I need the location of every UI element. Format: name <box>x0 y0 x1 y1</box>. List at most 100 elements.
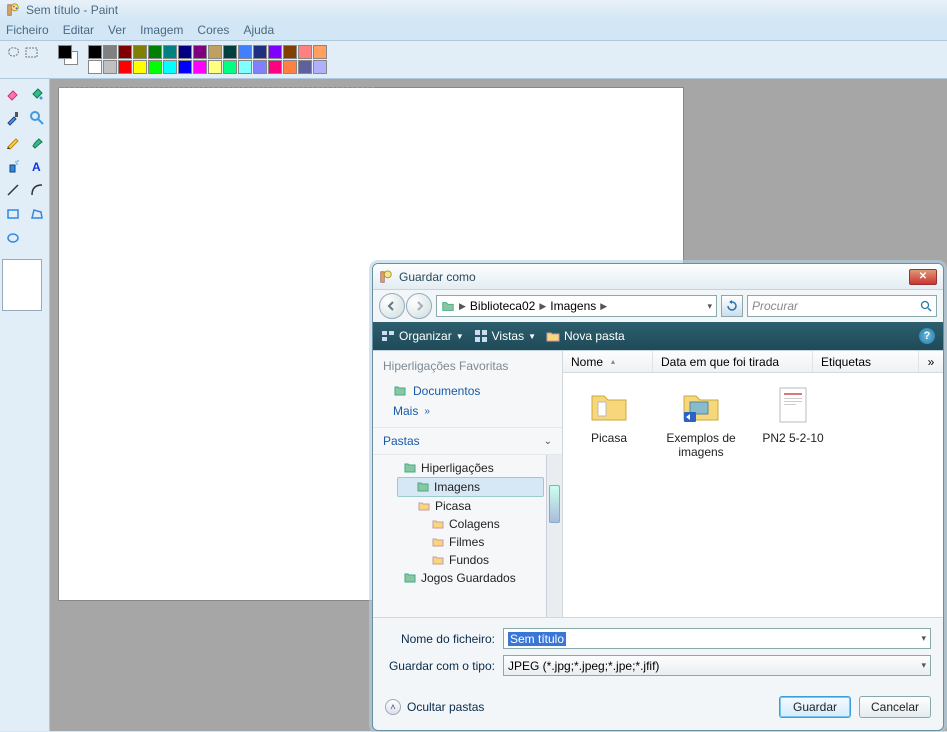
menu-colors[interactable]: Cores <box>197 23 229 37</box>
palette-swatch[interactable] <box>208 45 222 59</box>
tool-ellipse[interactable] <box>2 227 24 249</box>
tree-colagens[interactable]: Colagens <box>373 515 562 533</box>
column-more[interactable]: » <box>919 351 943 372</box>
refresh-button[interactable] <box>721 295 743 317</box>
menu-file[interactable]: Ficheiro <box>6 23 49 37</box>
palette-swatch[interactable] <box>238 45 252 59</box>
file-picasa[interactable]: Picasa <box>573 383 645 445</box>
tool-text[interactable]: A <box>26 155 48 177</box>
palette-swatch[interactable] <box>148 60 162 74</box>
chevron-down-icon[interactable]: ▾ <box>921 660 926 671</box>
file-pn2[interactable]: PN2 5-2-10 <box>757 383 829 445</box>
palette-swatch[interactable] <box>88 45 102 59</box>
palette-swatch[interactable] <box>313 60 327 74</box>
palette-swatch[interactable] <box>178 45 192 59</box>
palette-swatch[interactable] <box>223 45 237 59</box>
close-button[interactable]: ✕ <box>909 269 937 285</box>
palette-swatch[interactable] <box>163 60 177 74</box>
palette-swatch[interactable] <box>283 45 297 59</box>
filename-input[interactable]: Sem título ▾ <box>503 628 931 649</box>
current-colors[interactable] <box>58 45 78 67</box>
nav-forward-button[interactable] <box>406 293 432 319</box>
tree-fundos[interactable]: Fundos <box>373 551 562 569</box>
palette-swatch[interactable] <box>253 60 267 74</box>
palette-swatch[interactable] <box>298 45 312 59</box>
palette-swatch[interactable] <box>223 60 237 74</box>
palette-swatch[interactable] <box>133 60 147 74</box>
dialog-titlebar[interactable]: Guardar como ✕ <box>373 264 943 290</box>
tree-imagens[interactable]: Imagens <box>397 477 544 497</box>
tree-hiperligacoes[interactable]: Hiperligações <box>373 459 562 477</box>
tree-filmes[interactable]: Filmes <box>373 533 562 551</box>
column-tags[interactable]: Etiquetas <box>813 351 919 372</box>
breadcrumb-sub[interactable]: Imagens <box>550 299 596 313</box>
tool-zoom[interactable] <box>26 107 48 129</box>
cancel-button[interactable]: Cancelar <box>859 696 931 718</box>
color-palette[interactable] <box>88 45 327 74</box>
palette-swatch[interactable] <box>313 45 327 59</box>
folders-header[interactable]: Pastas ⌄ <box>373 427 562 455</box>
palette-swatch[interactable] <box>268 45 282 59</box>
palette-swatch[interactable] <box>178 60 192 74</box>
views-button[interactable]: Vistas ▼ <box>474 329 536 343</box>
tool-spray[interactable] <box>2 155 24 177</box>
search-input[interactable]: Procurar <box>747 295 937 317</box>
chevron-down-icon[interactable]: ▾ <box>921 633 926 644</box>
search-placeholder: Procurar <box>752 299 798 313</box>
palette-swatch[interactable] <box>253 45 267 59</box>
column-date[interactable]: Data em que foi tirada <box>653 351 813 372</box>
palette-swatch[interactable] <box>163 45 177 59</box>
foreground-color[interactable] <box>58 45 72 59</box>
chevron-down-icon[interactable]: ▾ <box>707 301 712 312</box>
palette-swatch[interactable] <box>193 45 207 59</box>
tool-eraser[interactable] <box>2 83 24 105</box>
file-area[interactable]: Picasa Exemplos de imagens PN2 5-2-10 <box>563 373 943 617</box>
tool-rect[interactable] <box>2 203 24 225</box>
save-button[interactable]: Guardar <box>779 696 851 718</box>
tool-polygon[interactable] <box>26 203 48 225</box>
filetype-select[interactable]: JPEG (*.jpg;*.jpeg;*.jpe;*.jfif) ▾ <box>503 655 931 676</box>
chevron-right-icon[interactable]: ▶ <box>600 301 607 312</box>
palette-swatch[interactable] <box>208 60 222 74</box>
palette-swatch[interactable] <box>103 60 117 74</box>
tool-curve[interactable] <box>26 179 48 201</box>
menu-help[interactable]: Ajuda <box>243 23 274 37</box>
chevron-right-icon[interactable]: ▶ <box>539 301 546 312</box>
palette-swatch[interactable] <box>118 60 132 74</box>
help-button[interactable]: ? <box>919 328 935 344</box>
nav-back-button[interactable] <box>379 293 405 319</box>
new-folder-button[interactable]: Nova pasta <box>546 329 625 343</box>
column-name[interactable]: Nome▴ <box>563 351 653 372</box>
hide-folders-button[interactable]: ˄ Ocultar pastas <box>385 699 484 715</box>
menu-view[interactable]: Ver <box>108 23 126 37</box>
tool-brush[interactable] <box>26 131 48 153</box>
palette-swatch[interactable] <box>88 60 102 74</box>
address-bar[interactable]: ▶ Biblioteca02 ▶ Imagens ▶ ▾ <box>436 295 717 317</box>
palette-swatch[interactable] <box>193 60 207 74</box>
palette-swatch[interactable] <box>283 60 297 74</box>
tool-pencil[interactable] <box>2 131 24 153</box>
palette-swatch[interactable] <box>103 45 117 59</box>
menu-edit[interactable]: Editar <box>63 23 94 37</box>
folder-tree[interactable]: Hiperligações Imagens Picasa Colagens Fi… <box>373 455 562 617</box>
file-exemplos[interactable]: Exemplos de imagens <box>665 383 737 459</box>
tree-jogos[interactable]: Jogos Guardados <box>373 569 562 587</box>
palette-swatch[interactable] <box>118 45 132 59</box>
chevron-right-icon[interactable]: ▶ <box>459 301 466 312</box>
tool-picker[interactable] <box>2 107 24 129</box>
breadcrumb-root[interactable]: Biblioteca02 <box>470 299 535 313</box>
organize-button[interactable]: Organizar ▼ <box>381 329 464 343</box>
palette-swatch[interactable] <box>133 45 147 59</box>
favorite-documents[interactable]: Documentos <box>373 381 562 401</box>
tool-line[interactable] <box>2 179 24 201</box>
tree-picasa[interactable]: Picasa <box>373 497 562 515</box>
tree-scrollbar[interactable] <box>546 455 562 617</box>
favorite-more[interactable]: Mais » <box>373 401 562 421</box>
palette-swatch[interactable] <box>298 60 312 74</box>
palette-swatch[interactable] <box>268 60 282 74</box>
palette-swatch[interactable] <box>238 60 252 74</box>
menu-image[interactable]: Imagem <box>140 23 183 37</box>
tool-fill[interactable] <box>26 83 48 105</box>
tool-rounded-rect[interactable] <box>26 227 48 249</box>
palette-swatch[interactable] <box>148 45 162 59</box>
